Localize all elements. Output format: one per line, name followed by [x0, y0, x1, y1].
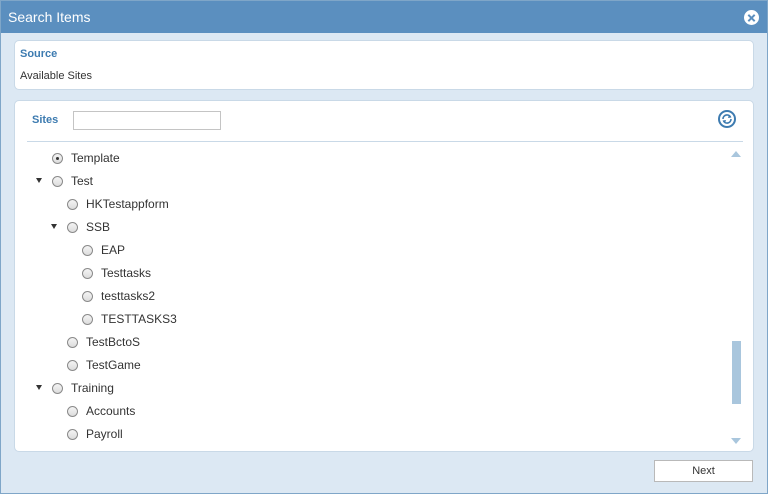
scrollbar-thumb[interactable] — [732, 341, 741, 404]
sites-divider — [27, 141, 743, 142]
expand-triangle-icon[interactable] — [36, 385, 42, 390]
titlebar: Search Items — [1, 1, 767, 33]
search-items-dialog: Search Items Source Available Sites Site… — [0, 0, 768, 494]
radio-button[interactable] — [82, 314, 93, 325]
sites-label: Sites — [32, 114, 59, 126]
sites-panel: Sites Template Test HKTestappform SSB EAP Tes… — [14, 100, 754, 452]
tree-node-label: Template — [71, 151, 120, 165]
tree-node-label: TestBctoS — [86, 335, 141, 349]
scroll-up-arrow-icon[interactable] — [731, 151, 741, 157]
tree-node-label: Accounts — [86, 404, 136, 418]
radio-button[interactable] — [67, 429, 78, 440]
tree-node-label: testtasks2 — [101, 289, 156, 303]
radio-button[interactable] — [52, 383, 63, 394]
radio-button[interactable] — [67, 406, 78, 417]
close-icon[interactable] — [744, 10, 759, 25]
radio-button[interactable] — [52, 153, 63, 164]
sites-tree: Template Test HKTestappform SSB EAP Testtasks… — [15, 147, 725, 449]
sites-search-input[interactable] — [73, 111, 221, 130]
tree-node-label: Payroll — [86, 427, 123, 441]
tree-node-label: Training — [71, 381, 114, 395]
tree-node-label: Test — [71, 174, 94, 188]
tree-node-label: TESTTASKS3 — [101, 312, 177, 326]
radio-button[interactable] — [82, 291, 93, 302]
source-panel: Source Available Sites — [14, 40, 754, 90]
tree-node-label: SSB — [86, 220, 111, 234]
tree-node-label: EAP — [101, 243, 126, 257]
radio-button[interactable] — [67, 337, 78, 348]
expand-triangle-icon[interactable] — [36, 178, 42, 183]
source-value: Available Sites — [20, 70, 92, 82]
radio-button[interactable] — [82, 268, 93, 279]
radio-button[interactable] — [82, 245, 93, 256]
radio-button[interactable] — [67, 222, 78, 233]
radio-button[interactable] — [67, 360, 78, 371]
next-button[interactable]: Next — [654, 460, 753, 482]
radio-button[interactable] — [52, 176, 63, 187]
tree-node-label: Testtasks — [101, 266, 152, 280]
scroll-down-arrow-icon[interactable] — [731, 438, 741, 444]
refresh-icon[interactable] — [718, 110, 736, 128]
dialog-title: Search Items — [8, 9, 91, 25]
tree-node-label: HKTestappform — [86, 197, 169, 211]
radio-button[interactable] — [67, 199, 78, 210]
expand-triangle-icon[interactable] — [51, 224, 57, 229]
tree-node-label: TestGame — [86, 358, 141, 372]
source-label: Source — [20, 48, 58, 60]
